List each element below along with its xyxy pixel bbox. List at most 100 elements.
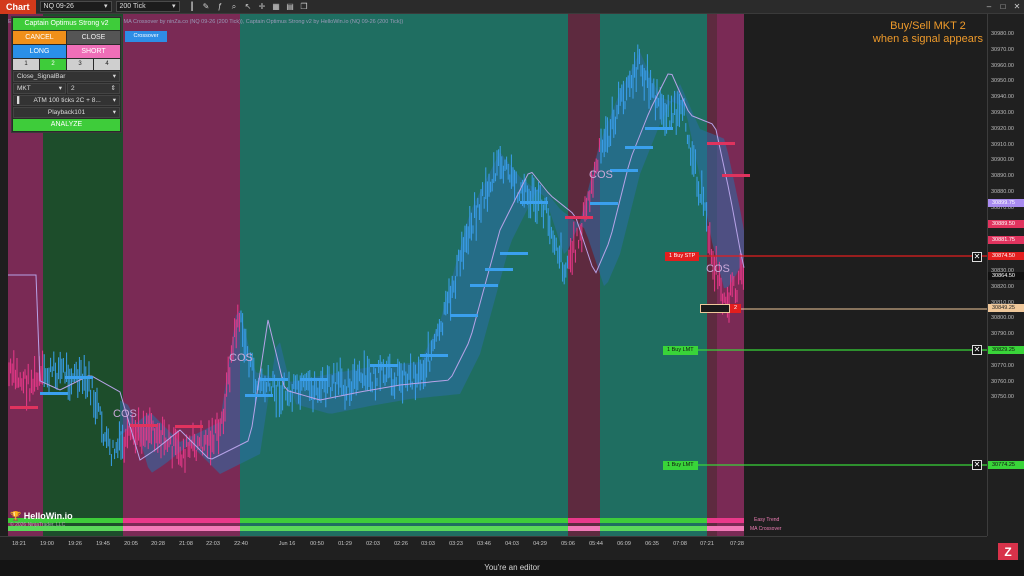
atm-select[interactable]: ▌ ATM 100 ticks 2C + 8... ▾: [13, 95, 120, 106]
minimize-icon[interactable]: –: [982, 0, 996, 14]
easy-trend-strip: [240, 518, 568, 523]
quantity-2-button[interactable]: 2: [40, 59, 66, 70]
close-button[interactable]: CLOSE: [67, 31, 120, 44]
trend-step: [450, 314, 478, 317]
status-bar: You're an editor: [0, 560, 1024, 576]
time-tick-label: 07:08: [673, 541, 687, 547]
time-tick-label: 07:21: [700, 541, 714, 547]
price-marker-label: 30881.75: [988, 236, 1024, 244]
interval-value: 200 Tick: [119, 3, 146, 10]
price-tick-label: 30900.00: [991, 157, 1014, 164]
chart-tab[interactable]: Chart: [0, 0, 36, 14]
trend-step: [645, 127, 673, 130]
trend-step: [500, 252, 528, 255]
chart-toolbar: Chart NQ 09-26 ▾ 200 Tick ▾ ┃ ✎ ƒ ⌕ ↖ ✛ …: [0, 0, 1024, 14]
quantity-1-button[interactable]: 1: [13, 59, 39, 70]
panel-title[interactable]: Captain Optimus Strong v2: [13, 18, 120, 30]
time-tick-label: 19:45: [96, 541, 110, 547]
trend-step: [370, 364, 398, 367]
easy-trend-strip: [707, 518, 744, 523]
price-tick-label: 30930.00: [991, 110, 1014, 116]
chevron-down-icon: ▾: [112, 97, 116, 104]
cancel-order-icon[interactable]: ✕: [972, 460, 982, 470]
short-button[interactable]: SHORT: [67, 45, 120, 58]
price-tick-label: 30770.00: [991, 362, 1014, 369]
quantity-stepper[interactable]: 2 ⇕: [67, 83, 120, 94]
maximize-icon[interactable]: □: [996, 0, 1010, 14]
window-controls: – □ ✕: [982, 0, 1024, 14]
long-button[interactable]: LONG: [13, 45, 66, 58]
price-axis[interactable]: 30980.00 30970.00 30960.00 30950.00 30940.00…: [987, 14, 1024, 536]
buy-limit-order[interactable]: 1 Buy LMT: [663, 346, 698, 355]
quantity-value: 2: [71, 85, 75, 92]
trend-step: [565, 216, 593, 219]
time-tick-label: Jun 16: [278, 541, 296, 547]
price-tick-label: 30790.00: [991, 331, 1014, 338]
time-tick-label: 04:03: [505, 541, 519, 547]
quantity-4-button[interactable]: 4: [94, 59, 120, 70]
ma-crossover-strip: [123, 526, 240, 531]
chevron-down-icon: ▾: [104, 3, 108, 10]
order-type-select[interactable]: MKT ▾: [13, 83, 66, 94]
cancel-order-icon[interactable]: ✕: [972, 252, 982, 262]
time-tick-label: 03:03: [421, 541, 435, 547]
easy-trend-strip: [123, 518, 240, 523]
close-icon[interactable]: ✕: [1010, 0, 1024, 14]
zoom-icon[interactable]: ⌕: [230, 0, 239, 14]
price-marker-label: 30829.25: [988, 346, 1024, 354]
atm-value: ATM 100 ticks 2C + 8...: [33, 97, 101, 104]
pointer-icon[interactable]: ↖: [244, 0, 253, 14]
price-tick-label: 30980.00: [991, 31, 1014, 37]
instrument-selector[interactable]: NQ 09-26 ▾: [39, 1, 112, 12]
ma-crossover-strip: [240, 526, 568, 531]
templates-icon[interactable]: ▦: [272, 0, 281, 14]
time-tick-label: 03:23: [449, 541, 463, 547]
cancel-order-icon[interactable]: ✕: [972, 345, 982, 355]
trend-step: [40, 392, 68, 395]
drawing-tool-icon[interactable]: ✎: [202, 0, 211, 14]
price-tick-label: 30950.00: [991, 78, 1014, 85]
crosshair-icon[interactable]: ✛: [258, 0, 267, 14]
ma-crossover-strip: [707, 526, 744, 531]
signal-select[interactable]: Close_SignalBar ▾: [13, 71, 120, 82]
trend-step: [610, 169, 638, 172]
time-tick-label: 19:00: [40, 541, 54, 547]
trend-step: [590, 202, 618, 205]
bar-style-icon[interactable]: ┃: [188, 0, 197, 14]
price-marker-label: 30849.25: [988, 304, 1024, 312]
buy-stop-order[interactable]: 1 Buy STP: [665, 252, 700, 261]
time-tick-label: 05:44: [589, 541, 603, 547]
order-type-value: MKT: [17, 85, 31, 92]
price-marker-label: 30899.75: [988, 199, 1024, 207]
crossover-button[interactable]: Crossover: [125, 31, 167, 42]
buy-limit-order[interactable]: 1 Buy LMT: [663, 461, 698, 470]
trend-step: [300, 378, 328, 381]
copy-icon[interactable]: ❐: [300, 0, 309, 14]
chart-window: Chart NQ 09-26 ▾ 200 Tick ▾ ┃ ✎ ƒ ⌕ ↖ ✛ …: [0, 0, 1024, 576]
signal-callout: Buy/Sell MKT 2 when a signal appears: [873, 20, 983, 46]
trend-step: [420, 354, 448, 357]
cos-signal: COS: [706, 263, 730, 275]
position-marker[interactable]: [700, 304, 730, 313]
ma-crossover-strip: [568, 526, 600, 531]
price-tick-label: 30960.00: [991, 62, 1014, 69]
cos-signal: COS: [589, 169, 613, 181]
quantity-3-button[interactable]: 3: [67, 59, 93, 70]
indicator-icon[interactable]: ƒ: [216, 0, 225, 14]
price-tick-label: 30750.00: [991, 394, 1014, 401]
time-axis[interactable]: 18:21 19:00 19:26 19:45 20:05 20:28 21:08 22:03…: [0, 536, 987, 560]
cancel-button[interactable]: CANCEL: [13, 31, 66, 44]
time-tick-label: 19:26: [68, 541, 82, 547]
time-tick-label: 01:29: [338, 541, 352, 547]
trend-step: [470, 284, 498, 287]
interval-selector[interactable]: 200 Tick ▾: [115, 1, 180, 12]
trend-step: [260, 378, 288, 381]
price-tick-label: 30890.00: [991, 173, 1014, 180]
trend-step: [707, 142, 735, 145]
ma-crossover-label: MA Crossover: [750, 526, 782, 532]
properties-icon[interactable]: ▤: [286, 0, 295, 14]
chart-plot-area[interactable]: Easy Trend by ninZa.co (NQ 09-26 (200 Ti…: [0, 14, 987, 536]
strategy-panel: Captain Optimus Strong v2 CANCEL CLOSE L…: [11, 16, 122, 133]
account-select[interactable]: Playback101 ▾: [13, 107, 120, 118]
analyze-button[interactable]: ANALYZE: [13, 119, 120, 131]
